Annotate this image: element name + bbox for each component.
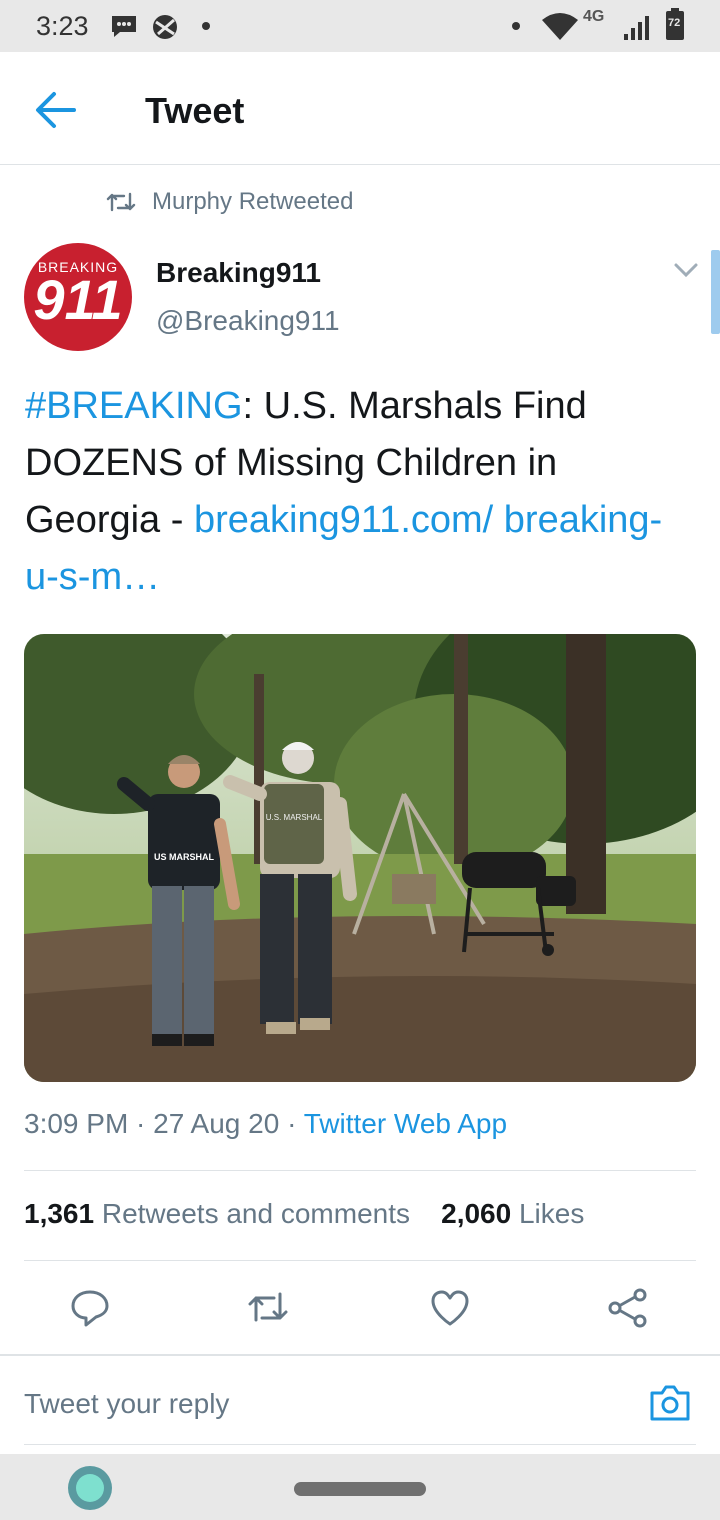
wifi-icon bbox=[542, 13, 578, 40]
retweet-small-icon bbox=[106, 192, 136, 212]
home-gesture-handle[interactable] bbox=[294, 1482, 426, 1496]
vest-label-1: US MARSHAL bbox=[154, 852, 215, 862]
divider bbox=[24, 1170, 696, 1171]
status-dot-icon bbox=[512, 22, 520, 30]
likes-count: 2,060 bbox=[441, 1198, 512, 1229]
status-bar: 3:23 4G 72 bbox=[0, 0, 720, 52]
page-title: Tweet bbox=[145, 90, 245, 131]
back-arrow-icon[interactable] bbox=[34, 90, 78, 130]
likes-stat[interactable]: 2,060 Likes bbox=[441, 1198, 584, 1229]
share-icon[interactable] bbox=[606, 1286, 650, 1330]
message-icon bbox=[112, 16, 136, 37]
camera-icon[interactable] bbox=[648, 1383, 692, 1423]
tweet-photo[interactable]: US MARSHAL U.S. MARSHAL bbox=[24, 634, 696, 1082]
likes-label: Likes bbox=[518, 1198, 585, 1229]
author-name[interactable]: Breaking911 bbox=[156, 257, 321, 289]
scrollbar[interactable] bbox=[711, 250, 720, 334]
tweet-timestamp: 3:09 PM · 27 Aug 20 · Twitter Web App bbox=[24, 1108, 507, 1140]
battery-level: 72 bbox=[668, 17, 681, 29]
retweets-count: 1,361 bbox=[24, 1198, 95, 1229]
tweet-stats: 1,361 Retweets and comments 2,060 Likes bbox=[24, 1198, 584, 1230]
photo-marshals-in-yard: US MARSHAL U.S. MARSHAL bbox=[24, 634, 696, 1082]
tweet-source-link[interactable]: Twitter Web App bbox=[304, 1108, 507, 1139]
chevron-down-icon[interactable] bbox=[672, 260, 700, 280]
status-time: 3:23 bbox=[36, 11, 89, 41]
hashtag-link[interactable]: #BREAKING bbox=[25, 385, 243, 427]
retweet-icon[interactable] bbox=[246, 1286, 290, 1330]
separator: · bbox=[128, 1108, 154, 1139]
vest-label-2: U.S. MARSHAL bbox=[266, 813, 323, 822]
like-heart-icon[interactable] bbox=[428, 1286, 472, 1330]
app-header: Tweet bbox=[0, 52, 720, 165]
retweets-label: Retweets and comments bbox=[101, 1198, 410, 1229]
avatar-text-main: 911 bbox=[33, 268, 123, 331]
divider bbox=[24, 1444, 696, 1445]
separator: · bbox=[279, 1108, 304, 1139]
reply-input[interactable]: Tweet your reply bbox=[24, 1388, 229, 1420]
assistant-icon[interactable] bbox=[68, 1466, 112, 1510]
notification-dot-icon bbox=[202, 22, 210, 30]
tweet-date: 27 Aug 20 bbox=[153, 1108, 280, 1139]
retweets-stat[interactable]: 1,361 Retweets and comments bbox=[24, 1198, 410, 1229]
divider bbox=[24, 1260, 696, 1261]
tweet-text: #BREAKING: U.S. Marshals Find DOZENS of … bbox=[25, 378, 685, 606]
author-handle[interactable]: @Breaking911 bbox=[156, 305, 340, 337]
network-type-label: 4G bbox=[583, 8, 605, 25]
avatar[interactable]: BREAKING 911 bbox=[24, 243, 132, 351]
app-notification-icon bbox=[153, 15, 177, 39]
retweeted-by-label[interactable]: Murphy Retweeted bbox=[152, 188, 353, 216]
reply-icon[interactable] bbox=[68, 1286, 112, 1330]
tweet-time: 3:09 PM bbox=[24, 1108, 129, 1139]
signal-icon bbox=[624, 16, 649, 40]
